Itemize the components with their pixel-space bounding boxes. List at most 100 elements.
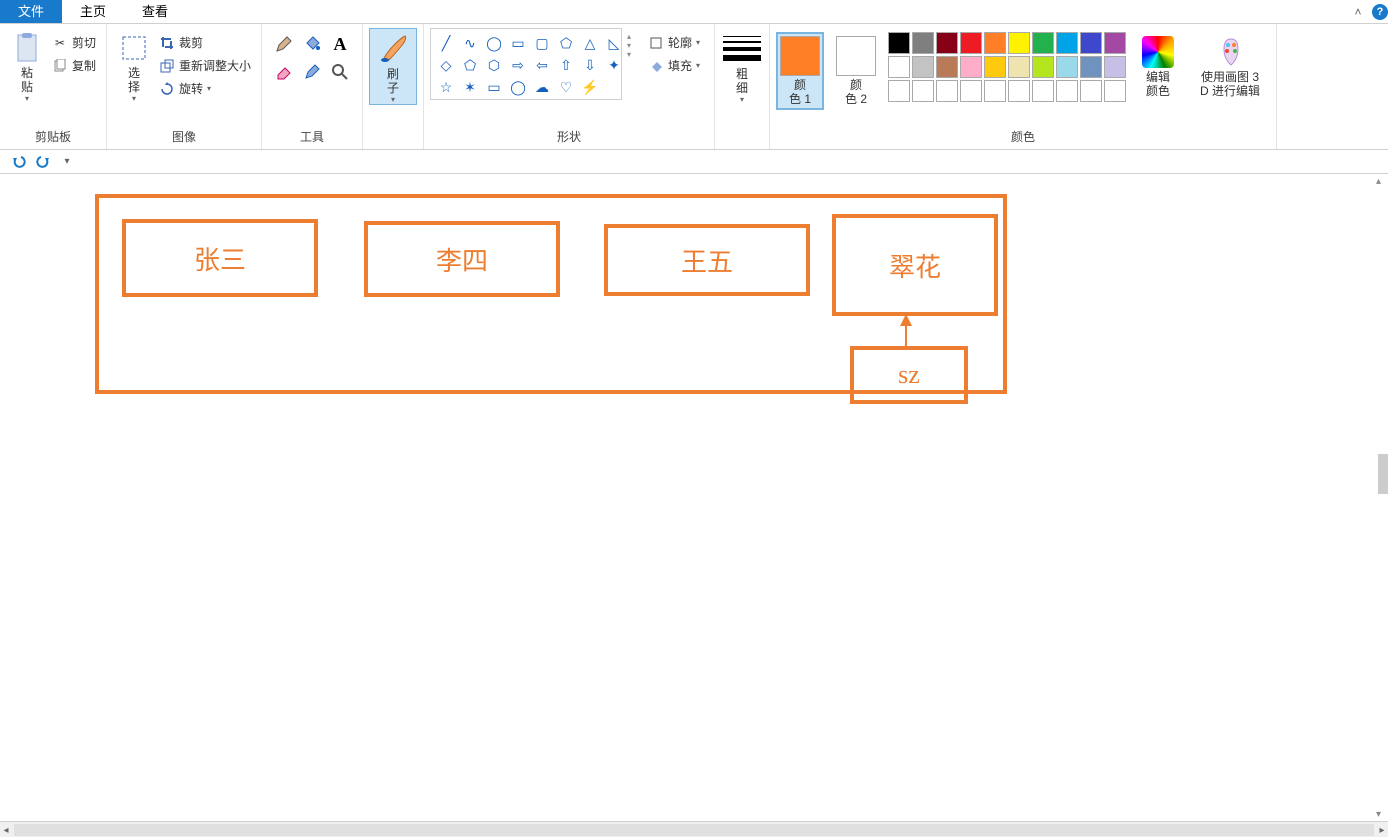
color-swatch[interactable] (888, 80, 910, 102)
paste-button[interactable]: 粘 贴 ▾ (6, 28, 48, 103)
shape-star4-icon[interactable]: ✦ (603, 55, 622, 75)
color-swatch[interactable] (1008, 80, 1030, 102)
shape-rect-icon[interactable]: ▭ (507, 33, 529, 53)
color-swatch[interactable] (912, 56, 934, 78)
shape-outline-button[interactable]: 轮廓 ▾ (644, 32, 704, 53)
crop-button[interactable]: 裁剪 (155, 32, 255, 53)
eraser-tool[interactable] (272, 60, 296, 84)
collapse-ribbon-icon[interactable]: ˄ (1348, 0, 1368, 23)
magnifier-tool[interactable] (328, 60, 352, 84)
shape-callout-cloud-icon[interactable]: ☁ (531, 77, 553, 97)
shape-star5-icon[interactable]: ☆ (435, 77, 457, 97)
shape-heart-icon[interactable]: ♡ (555, 77, 577, 97)
qat-customize[interactable]: ▾ (58, 153, 76, 171)
shape-polygon-icon[interactable]: ⬠ (555, 33, 577, 53)
hscroll-track[interactable] (14, 824, 1374, 836)
color-swatch[interactable] (1056, 32, 1078, 54)
color-swatch[interactable] (888, 56, 910, 78)
cut-button[interactable]: ✂ 剪切 (48, 32, 100, 53)
color-picker-tool[interactable] (300, 60, 324, 84)
color-swatch[interactable] (1104, 80, 1126, 102)
brush-button[interactable]: 刷 子 ▾ (369, 28, 417, 105)
stroke-width-button[interactable]: 粗 细 ▾ (721, 28, 763, 104)
color-swatch[interactable] (888, 32, 910, 54)
canvas-area[interactable]: 张三李四王五翠花sz ▴ ▾ (0, 174, 1388, 821)
palette-row-2 (888, 56, 1126, 78)
color-swatch[interactable] (912, 80, 934, 102)
color-swatch[interactable] (936, 56, 958, 78)
tab-bar: 文件 主页 查看 ˄ ? (0, 0, 1388, 24)
shape-arrow-up-icon[interactable]: ⇧ (555, 55, 577, 75)
shape-gallery[interactable]: ╱ ∿ ◯ ▭ ▢ ⬠ △ ◺ ◇ ⬠ ⬡ ⇨ ⇦ ⇧ ⇩ ✦ ☆ ✶ ▭ ◯ (430, 28, 622, 100)
group-image: 选 择 ▾ 裁剪 重新调整大小 (107, 24, 262, 149)
shape-curve-icon[interactable]: ∿ (459, 33, 481, 53)
undo-button[interactable] (10, 153, 28, 171)
edit-colors-button[interactable]: 编辑 颜色 (1134, 32, 1182, 98)
vscroll-thumb[interactable] (1378, 454, 1388, 494)
rotate-button[interactable]: 旋转 ▾ (155, 78, 255, 99)
group-colors: 颜 色 1 颜 色 2 编辑 颜色 使用画图 3 D 进行编辑 (770, 24, 1277, 149)
copy-button[interactable]: 复制 (48, 55, 100, 76)
tab-view[interactable]: 查看 (124, 0, 186, 23)
color-swatch[interactable] (1056, 56, 1078, 78)
color-swatch[interactable] (960, 32, 982, 54)
shape-arrow-right-icon[interactable]: ⇨ (507, 55, 529, 75)
horizontal-scrollbar[interactable]: ◂ ▸ (0, 821, 1388, 837)
color-swatch[interactable] (1056, 80, 1078, 102)
color-swatch[interactable] (960, 80, 982, 102)
color-swatch[interactable] (984, 56, 1006, 78)
shape-lightning-icon[interactable]: ⚡ (579, 77, 601, 97)
select-button[interactable]: 选 择 ▾ (113, 28, 155, 103)
shape-fill-button[interactable]: 填充 ▾ (644, 55, 704, 76)
fill-tool[interactable] (300, 32, 324, 56)
text-tool[interactable]: A (328, 32, 352, 56)
shapes-expand[interactable]: ▾ (622, 50, 636, 59)
tab-home[interactable]: 主页 (62, 0, 124, 23)
shape-line-icon[interactable]: ╱ (435, 33, 457, 53)
vscroll-down[interactable]: ▾ (1376, 809, 1386, 819)
shape-arrow-left-icon[interactable]: ⇦ (531, 55, 553, 75)
shape-triangle-icon[interactable]: △ (579, 33, 601, 53)
color-swatch[interactable] (1080, 56, 1102, 78)
shape-pentagon-icon[interactable]: ⬠ (459, 55, 481, 75)
color-swatch[interactable] (984, 32, 1006, 54)
shape-hexagon-icon[interactable]: ⬡ (483, 55, 505, 75)
color-swatch[interactable] (1032, 32, 1054, 54)
shape-oval-icon[interactable]: ◯ (483, 33, 505, 53)
color-swatch[interactable] (912, 32, 934, 54)
color-swatch[interactable] (1080, 80, 1102, 102)
shape-roundrect-icon[interactable]: ▢ (531, 33, 553, 53)
color1-button[interactable]: 颜 色 1 (776, 32, 824, 110)
shape-callout-rect-icon[interactable]: ▭ (483, 77, 505, 97)
color-swatch[interactable] (984, 80, 1006, 102)
vscroll-up[interactable]: ▴ (1376, 176, 1386, 186)
shape-arrow-down-icon[interactable]: ⇩ (579, 55, 601, 75)
color-swatch[interactable] (936, 80, 958, 102)
color-swatch[interactable] (1032, 56, 1054, 78)
shape-diamond-icon[interactable]: ◇ (435, 55, 457, 75)
color-swatch[interactable] (936, 32, 958, 54)
paint3d-button[interactable]: 使用画图 3 D 进行编辑 (1190, 32, 1270, 98)
color2-button[interactable]: 颜 色 2 (832, 32, 880, 106)
redo-button[interactable] (34, 153, 52, 171)
color-swatch[interactable] (1104, 32, 1126, 54)
shapes-scroll-up[interactable]: ▴ (622, 32, 636, 41)
shape-callout-oval-icon[interactable]: ◯ (507, 77, 529, 97)
pencil-tool[interactable] (272, 32, 296, 56)
tab-file[interactable]: 文件 (0, 0, 62, 23)
color-swatch[interactable] (1008, 32, 1030, 54)
color-swatch[interactable] (1032, 80, 1054, 102)
color-swatch[interactable] (1080, 32, 1102, 54)
paint3d-label: 使用画图 3 D 进行编辑 (1200, 70, 1260, 98)
hscroll-right[interactable]: ▸ (1376, 824, 1388, 836)
shape-star6-icon[interactable]: ✶ (459, 77, 481, 97)
brush-icon (377, 33, 409, 65)
color-swatch[interactable] (960, 56, 982, 78)
resize-button[interactable]: 重新调整大小 (155, 55, 255, 76)
shapes-scroll-down[interactable]: ▾ (622, 41, 636, 50)
hscroll-left[interactable]: ◂ (0, 824, 12, 836)
shape-right-triangle-icon[interactable]: ◺ (603, 33, 622, 53)
color-swatch[interactable] (1008, 56, 1030, 78)
help-icon[interactable]: ? (1372, 4, 1388, 20)
color-swatch[interactable] (1104, 56, 1126, 78)
